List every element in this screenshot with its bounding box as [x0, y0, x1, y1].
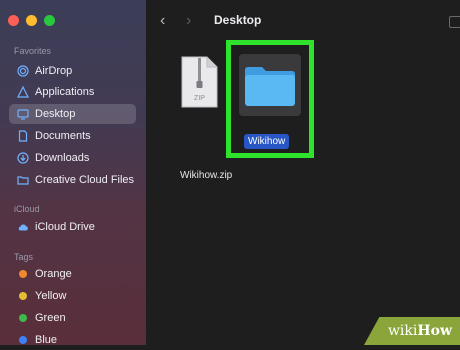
favorites-heading: Favorites	[14, 46, 52, 56]
highlight-box	[226, 40, 314, 158]
finder-main-pane: ‹ › Desktop ZIP Wikihow.zip Wikihow	[146, 0, 460, 345]
sidebar-item-desktop[interactable]: Desktop	[9, 104, 136, 124]
sidebar-item-airdrop[interactable]: AirDrop	[9, 61, 136, 81]
zip-file-icon-text: ZIP	[194, 95, 205, 102]
sidebar-item-label: Green	[35, 312, 66, 324]
sidebar-item-label: Downloads	[35, 152, 90, 164]
wikihow-watermark: wiki How	[364, 317, 460, 345]
sidebar-item-label: iCloud Drive	[35, 221, 95, 233]
zip-file-icon: ZIP	[181, 56, 218, 108]
sidebar-item-label: Applications	[35, 86, 95, 98]
icloud-heading: iCloud	[14, 204, 40, 214]
tags-heading: Tags	[14, 252, 34, 262]
sidebar-tag-blue[interactable]: Blue	[9, 330, 136, 350]
sidebar-tag-orange[interactable]: Orange	[9, 264, 136, 284]
minimize-button[interactable]	[26, 15, 37, 26]
sidebar-item-label: Yellow	[35, 290, 67, 302]
sidebar-item-label: Desktop	[35, 108, 76, 120]
toolbar: ‹ › Desktop	[146, 0, 460, 42]
file-name-label: Wikihow.zip	[180, 170, 233, 181]
blue-tag-icon	[19, 336, 27, 344]
sidebar-item-downloads[interactable]: Downloads	[9, 148, 136, 168]
sidebar-item-label: Blue	[35, 334, 58, 346]
sidebar-item-label: AirDrop	[35, 65, 73, 77]
airdrop-icon	[17, 65, 29, 77]
applications-icon	[17, 86, 29, 98]
close-button[interactable]	[8, 15, 19, 26]
sidebar-tag-green[interactable]: Green	[9, 308, 136, 328]
sidebar-item-icloud-drive[interactable]: iCloud Drive	[9, 217, 136, 237]
cloud-icon	[17, 221, 29, 233]
sidebar-tag-yellow[interactable]: Yellow	[9, 286, 136, 306]
view-options-icon[interactable]	[449, 16, 460, 28]
folder-icon	[17, 174, 29, 186]
window-controls	[8, 15, 55, 26]
sidebar-item-label: Creative Cloud Files	[35, 174, 135, 186]
document-icon	[17, 130, 29, 142]
sidebar-item-label: Orange	[35, 268, 72, 280]
orange-tag-icon	[19, 270, 27, 278]
green-tag-icon	[19, 314, 27, 322]
sidebar-item-label: Documents	[35, 130, 91, 142]
back-button[interactable]: ‹	[160, 12, 165, 30]
sidebar-item-documents[interactable]: Documents	[9, 126, 136, 146]
sidebar-item-creative-cloud-files[interactable]: Creative Cloud Files	[9, 170, 136, 190]
desktop-icon	[17, 108, 29, 120]
sidebar: Favorites AirDrop Applications Desktop D…	[0, 0, 146, 346]
yellow-tag-icon	[19, 292, 27, 300]
window-title: Desktop	[214, 13, 262, 27]
sidebar-item-applications[interactable]: Applications	[9, 82, 136, 102]
download-icon	[17, 152, 29, 164]
forward-button[interactable]: ›	[186, 12, 191, 30]
zoom-button[interactable]	[44, 15, 55, 26]
